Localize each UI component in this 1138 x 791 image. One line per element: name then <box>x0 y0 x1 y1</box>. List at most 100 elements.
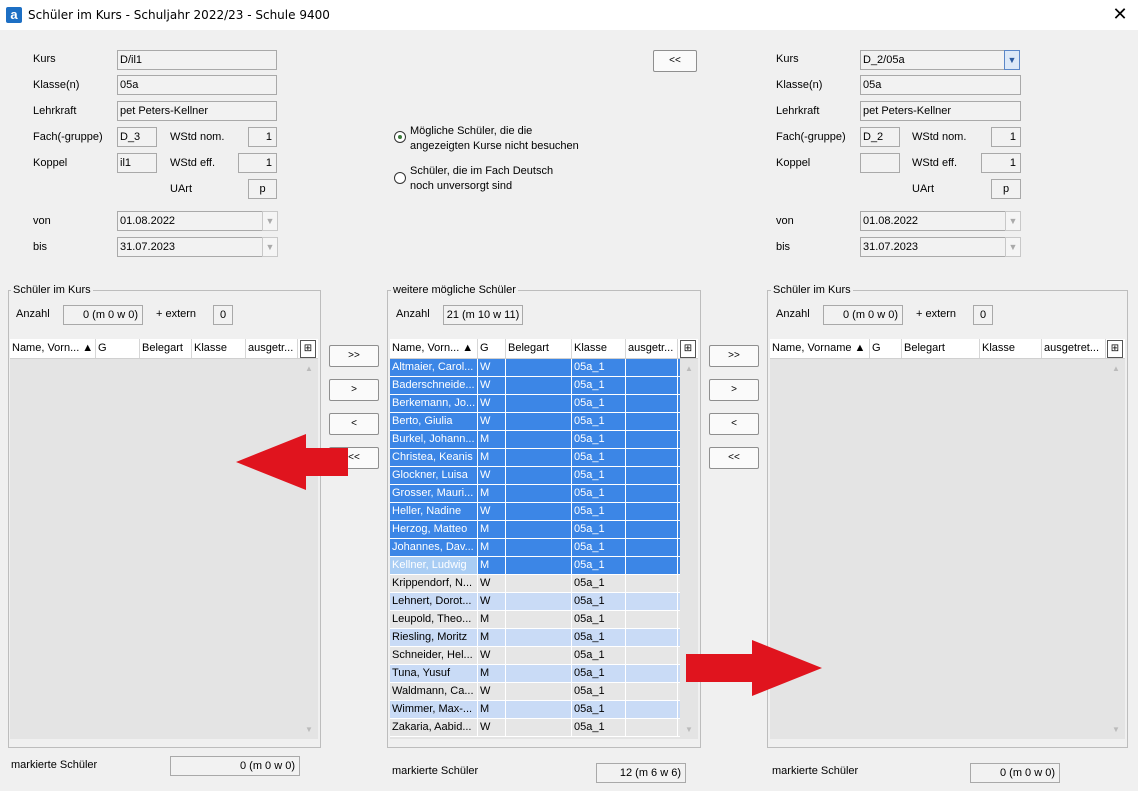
middle-scroll-up-icon[interactable]: ▲ <box>682 362 696 376</box>
table-row[interactable]: Grosser, Mauri... M 05a_1 <box>390 485 680 503</box>
table-row[interactable]: Heller, Nadine W 05a_1 <box>390 503 680 521</box>
remove-one-from-right-button[interactable]: < <box>709 413 759 435</box>
left-wstd-nom-field[interactable]: 1 <box>248 127 277 147</box>
table-row[interactable]: Berto, Giulia W 05a_1 <box>390 413 680 431</box>
right-lehrkraft-field[interactable]: pet Peters-Kellner <box>860 101 1021 121</box>
option-not-attending-radio[interactable] <box>394 131 406 143</box>
add-all-to-right-button[interactable]: >> <box>709 345 759 367</box>
table-cell-belegart <box>506 629 572 646</box>
right-students-grid[interactable]: Name, Vorname ▲ G Belegart Klasse ausget… <box>770 339 1125 739</box>
left-bis-field[interactable]: 31.07.2023 <box>117 237 263 257</box>
left-wstd-eff-field[interactable]: 1 <box>238 153 277 173</box>
table-row[interactable]: Wimmer, Max-... M 05a_1 <box>390 701 680 719</box>
table-row[interactable]: Schneider, Hel... W 05a_1 <box>390 647 680 665</box>
left-von-field[interactable]: 01.08.2022 <box>117 211 263 231</box>
table-row[interactable]: Zakaria, Aabid... W 05a_1 <box>390 719 680 737</box>
table-row[interactable]: Glockner, Luisa W 05a_1 <box>390 467 680 485</box>
left-kurs-field[interactable]: D/il1 <box>117 50 277 70</box>
left-col-belegart[interactable]: Belegart <box>140 339 192 358</box>
table-cell-name: Berto, Giulia <box>390 413 478 430</box>
swap-courses-button[interactable]: << <box>653 50 697 72</box>
table-row[interactable]: Herzog, Matteo M 05a_1 <box>390 521 680 539</box>
left-scroll-down-icon[interactable]: ▼ <box>302 723 316 737</box>
table-cell-belegart <box>506 701 572 718</box>
add-one-to-right-button[interactable]: > <box>709 379 759 401</box>
middle-column-chooser-icon[interactable]: ⊞ <box>680 340 696 358</box>
right-col-klasse[interactable]: Klasse <box>980 339 1042 358</box>
table-cell-ausgetreten <box>626 593 678 610</box>
left-col-g[interactable]: G <box>96 339 140 358</box>
table-cell-name: Lehnert, Dorot... <box>390 593 478 610</box>
left-von-dropdown-icon[interactable]: ▼ <box>262 211 278 231</box>
table-row[interactable]: Krippendorf, N... W 05a_1 <box>390 575 680 593</box>
table-cell-g: W <box>478 467 506 484</box>
table-row[interactable]: Leupold, Theo... M 05a_1 <box>390 611 680 629</box>
add-one-to-left-button[interactable]: > <box>329 379 379 401</box>
right-wstd-nom-field[interactable]: 1 <box>991 127 1021 147</box>
right-scroll-up-icon[interactable]: ▲ <box>1109 362 1123 376</box>
right-klassen-field[interactable]: 05a <box>860 75 1021 95</box>
right-kurs-select[interactable]: D_2/05a <box>860 50 1006 70</box>
left-koppel-field[interactable]: il1 <box>117 153 157 173</box>
middle-students-grid[interactable]: Name, Vorn... ▲ G Belegart Klasse ausget… <box>390 339 698 739</box>
option-unassigned-radio[interactable] <box>394 172 406 184</box>
table-cell-name: Glockner, Luisa <box>390 467 478 484</box>
table-row[interactable]: Lehnert, Dorot... W 05a_1 <box>390 593 680 611</box>
left-col-name[interactable]: Name, Vorn... ▲ <box>10 339 96 358</box>
table-row[interactable]: Altmaier, Carol... W 05a_1 <box>390 359 680 377</box>
right-col-belegart[interactable]: Belegart <box>902 339 980 358</box>
table-row[interactable]: Johannes, Dav... M 05a_1 <box>390 539 680 557</box>
middle-col-belegart[interactable]: Belegart <box>506 339 572 358</box>
middle-anzahl-field: 21 (m 10 w 11) <box>443 305 523 325</box>
left-bis-dropdown-icon[interactable]: ▼ <box>262 237 278 257</box>
remove-all-from-right-button[interactable]: << <box>709 447 759 469</box>
table-row[interactable]: Kellner, Ludwig M 05a_1 <box>390 557 680 575</box>
right-scroll-down-icon[interactable]: ▼ <box>1109 723 1123 737</box>
middle-col-name[interactable]: Name, Vorn... ▲ <box>390 339 478 358</box>
right-kurs-dropdown-icon[interactable]: ▼ <box>1004 50 1020 70</box>
right-col-g[interactable]: G <box>870 339 902 358</box>
left-col-klasse[interactable]: Klasse <box>192 339 246 358</box>
right-col-ausgetreten[interactable]: ausgetret... <box>1042 339 1106 358</box>
middle-marked-label: markierte Schüler <box>392 765 479 777</box>
right-fach-field[interactable]: D_2 <box>860 127 900 147</box>
left-klassen-field[interactable]: 05a <box>117 75 277 95</box>
middle-col-klasse[interactable]: Klasse <box>572 339 626 358</box>
table-row[interactable]: Baderschneide... W 05a_1 <box>390 377 680 395</box>
right-von-dropdown-icon[interactable]: ▼ <box>1005 211 1021 231</box>
right-bis-field[interactable]: 31.07.2023 <box>860 237 1006 257</box>
table-cell-belegart <box>506 449 572 466</box>
table-row[interactable]: Riesling, Moritz M 05a_1 <box>390 629 680 647</box>
table-cell-ausgetreten <box>626 719 678 736</box>
close-icon[interactable]: ✕ <box>1108 3 1132 27</box>
table-cell-g: M <box>478 485 506 502</box>
left-students-grid[interactable]: Name, Vorn... ▲ G Belegart Klasse ausget… <box>10 339 318 739</box>
middle-col-ausgetreten[interactable]: ausgetr... <box>626 339 678 358</box>
middle-scroll-down-icon[interactable]: ▼ <box>682 723 696 737</box>
right-column-chooser-icon[interactable]: ⊞ <box>1107 340 1123 358</box>
middle-col-g[interactable]: G <box>478 339 506 358</box>
right-uart-field[interactable]: p <box>991 179 1021 199</box>
right-bis-dropdown-icon[interactable]: ▼ <box>1005 237 1021 257</box>
remove-one-from-left-button[interactable]: < <box>329 413 379 435</box>
table-row[interactable]: Tuna, Yusuf M 05a_1 <box>390 665 680 683</box>
right-grid-header: Name, Vorname ▲ G Belegart Klasse ausget… <box>770 339 1125 359</box>
table-row[interactable]: Burkel, Johann... M 05a_1 <box>390 431 680 449</box>
right-wstd-eff-field[interactable]: 1 <box>981 153 1021 173</box>
left-uart-field[interactable]: p <box>248 179 277 199</box>
left-column-chooser-icon[interactable]: ⊞ <box>300 340 316 358</box>
right-koppel-field[interactable] <box>860 153 900 173</box>
table-row[interactable]: Waldmann, Ca... W 05a_1 <box>390 683 680 701</box>
right-von-field[interactable]: 01.08.2022 <box>860 211 1006 231</box>
table-cell-name: Burkel, Johann... <box>390 431 478 448</box>
left-col-ausgetreten[interactable]: ausgetr... <box>246 339 298 358</box>
left-scroll-up-icon[interactable]: ▲ <box>302 362 316 376</box>
right-arrow-annotation-icon <box>686 640 822 696</box>
add-all-to-left-button[interactable]: >> <box>329 345 379 367</box>
table-row[interactable]: Christea, Keanis M 05a_1 <box>390 449 680 467</box>
right-col-name[interactable]: Name, Vorname ▲ <box>770 339 870 358</box>
table-row[interactable]: Berkemann, Jo... W 05a_1 <box>390 395 680 413</box>
left-anzahl-label: Anzahl <box>16 308 50 320</box>
left-lehrkraft-field[interactable]: pet Peters-Kellner <box>117 101 277 121</box>
left-fach-field[interactable]: D_3 <box>117 127 157 147</box>
